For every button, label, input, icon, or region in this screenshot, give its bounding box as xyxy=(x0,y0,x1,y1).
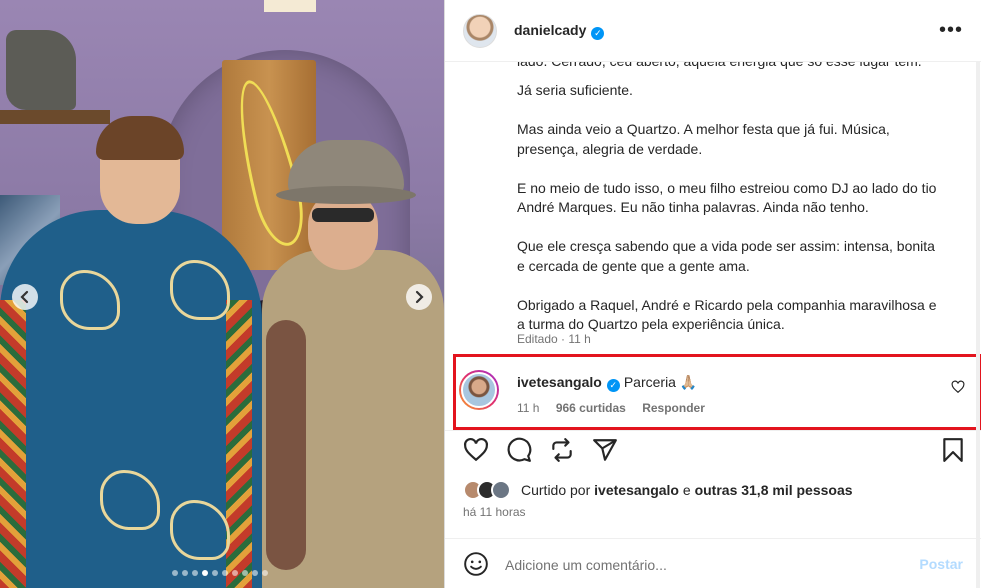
comment-icon xyxy=(507,437,532,462)
liked-by-joiner: e xyxy=(682,482,691,498)
post-photo[interactable] xyxy=(0,0,444,588)
carousel-dot xyxy=(182,570,188,576)
carousel-prev-button[interactable] xyxy=(12,284,38,310)
post-time[interactable]: há 11 horas xyxy=(463,505,526,519)
comment-button[interactable] xyxy=(506,437,532,468)
send-button[interactable] xyxy=(592,437,618,468)
carousel-dot xyxy=(192,570,198,576)
liked-by-others[interactable]: outras 31,8 mil pessoas xyxy=(695,482,853,498)
comment-likes-count[interactable]: 966 curtidas xyxy=(556,401,626,415)
carousel-dot xyxy=(252,570,258,576)
carousel-next-button[interactable] xyxy=(406,284,432,310)
carousel-dot xyxy=(232,570,238,576)
author-avatar[interactable] xyxy=(463,13,497,48)
person-right-hat-brim xyxy=(276,186,416,204)
stone-decor xyxy=(6,30,76,110)
comment-meta: 11 h 966 curtidas Responder xyxy=(517,401,718,415)
carousel-dot xyxy=(212,570,218,576)
carousel-dot xyxy=(222,570,228,576)
jar-decor xyxy=(264,0,316,12)
post-side-panel: danielcady✓ ••• lado. Cerrado, céu abert… xyxy=(444,0,981,588)
carousel-dot xyxy=(262,570,268,576)
comment-input[interactable] xyxy=(505,553,905,577)
comment-like-button[interactable] xyxy=(951,380,965,399)
liked-by-avatars xyxy=(463,480,511,500)
chevron-right-icon xyxy=(415,290,424,304)
caption-line: Mas ainda veio a Quartzo. A melhor festa… xyxy=(517,121,890,157)
verified-badge-icon: ✓ xyxy=(591,26,605,40)
scrollbar-track[interactable] xyxy=(976,0,980,588)
add-comment-bar: Postar xyxy=(445,538,981,588)
more-icon[interactable]: ••• xyxy=(939,20,963,40)
heart-icon xyxy=(464,437,488,462)
share-icon xyxy=(552,438,572,462)
caption-edited-time: Editado · 11 h xyxy=(517,332,591,346)
person-right-sleeve xyxy=(266,320,306,570)
carousel-dot xyxy=(242,570,248,576)
caption-line: Obrigado a Raquel, André e Ricardo pela … xyxy=(517,296,937,333)
verified-badge-icon: ✓ xyxy=(606,379,620,392)
comment-text: ivetesangalo ✓ Parceria 🙏🏼 xyxy=(517,374,697,392)
person-left-poncho xyxy=(0,210,262,588)
comment-body: Parceria 🙏🏼 xyxy=(623,374,698,390)
author-username[interactable]: danielcady ✓ xyxy=(514,22,605,40)
person-right-glasses xyxy=(312,208,374,222)
chevron-left-icon xyxy=(20,290,29,304)
like-button[interactable] xyxy=(463,437,489,468)
comment-item: ivetesangalo ✓ Parceria 🙏🏼 11 h 966 curtid… xyxy=(459,368,969,424)
post-header: danielcady ✓ ••• xyxy=(445,0,981,62)
carousel-dot xyxy=(202,570,208,576)
liked-by-prefix: Curtido por xyxy=(521,482,591,498)
caption-clipped-line: lado. Cerrado, céu aberto, aquela energi… xyxy=(517,62,937,91)
post-actions xyxy=(445,430,981,474)
liked-by-user[interactable]: ivetesangalo xyxy=(594,482,679,498)
save-button[interactable] xyxy=(942,437,964,468)
bookmark-icon xyxy=(943,438,963,462)
wall-shelf xyxy=(0,110,110,124)
carousel-dot xyxy=(172,570,178,576)
emoji-icon xyxy=(464,552,488,576)
post-comment-button[interactable]: Postar xyxy=(919,556,963,572)
emoji-picker-button[interactable] xyxy=(463,551,489,582)
caption-line: Que ele cresça sabendo que a vida pode s… xyxy=(517,238,935,274)
post-caption: lado. Cerrado, céu aberto, aquela energi… xyxy=(517,62,937,354)
caption-line: E no meio de tudo isso, o meu filho estr… xyxy=(517,179,937,216)
heart-icon xyxy=(951,380,965,394)
comment-time[interactable]: 11 h xyxy=(517,401,539,415)
carousel-dots xyxy=(172,570,268,576)
commenter-username[interactable]: ivetesangalo xyxy=(517,374,602,390)
share-button[interactable] xyxy=(549,437,575,468)
send-icon xyxy=(593,439,617,461)
commenter-avatar[interactable] xyxy=(459,370,499,410)
comment-reply-button[interactable]: Responder xyxy=(642,401,705,415)
liked-by: Curtido por ivetesangalo e outras 31,8 m… xyxy=(463,480,853,500)
